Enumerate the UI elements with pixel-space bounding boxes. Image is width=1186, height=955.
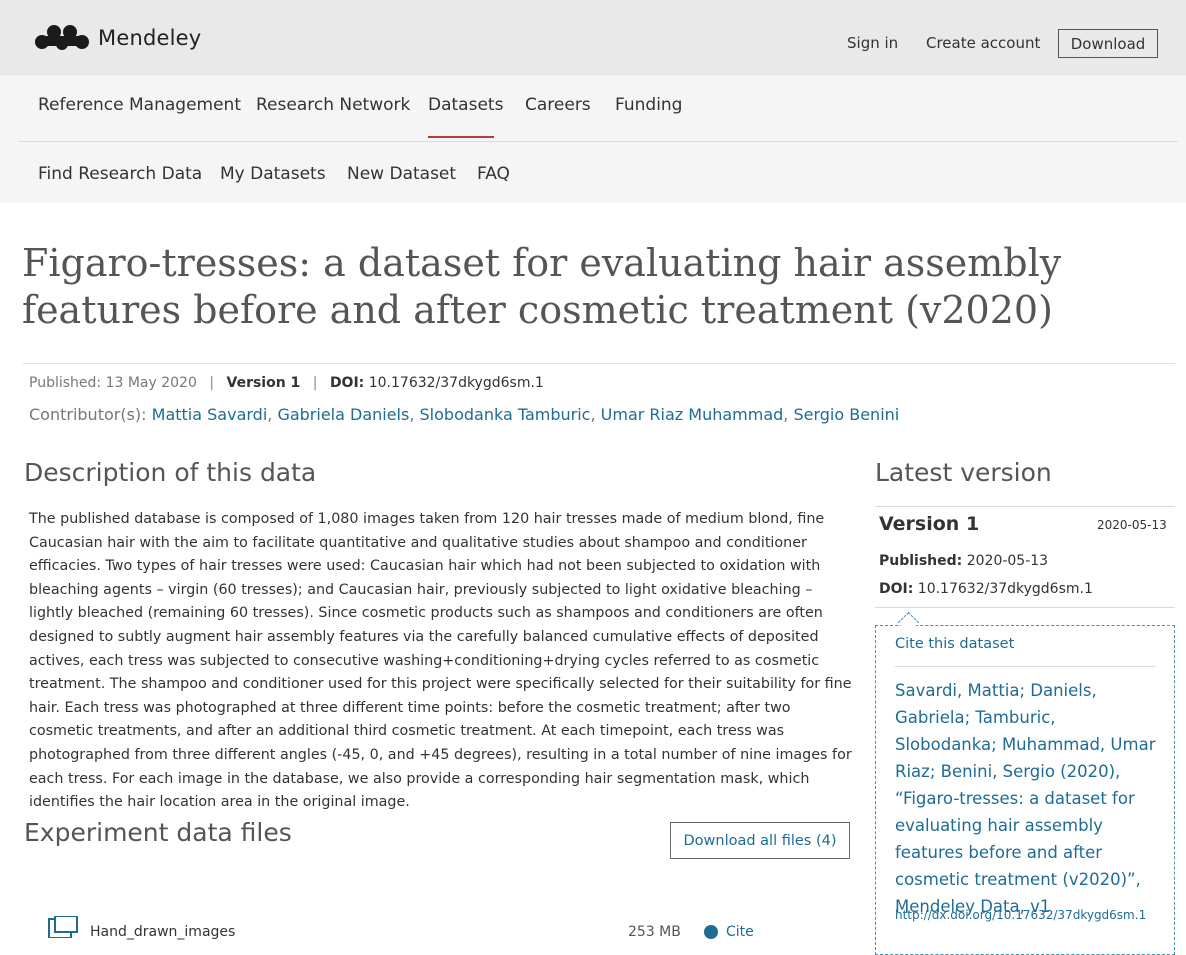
version-doi: DOI: 10.17632/37dkygd6sm.1 (879, 581, 1093, 597)
folder-icon (48, 916, 78, 938)
contributor-link[interactable]: Umar Riaz Muhammad (601, 405, 784, 424)
top-bar: Mendeley Sign in Create account Download (0, 0, 1186, 75)
published-label: Published: (29, 375, 102, 391)
contributors-label: Contributor(s): (29, 405, 147, 424)
version-published-label: Published: (879, 553, 963, 569)
citation-url[interactable]: http://dx.doi.org/10.17632/37dkygd6sm.1 (895, 908, 1146, 922)
file-size: 253 MB (628, 924, 681, 940)
version-published: Published: 2020-05-13 (879, 553, 1048, 569)
download-all-button[interactable]: Download all files (4) (670, 822, 850, 859)
version-divider (875, 607, 1175, 608)
description-heading: Description of this data (24, 458, 317, 487)
primary-nav: Reference Management Research Network Da… (18, 75, 1178, 142)
nav-reference-management[interactable]: Reference Management (38, 95, 241, 115)
version-label: Version 1 (226, 375, 301, 391)
doi-label: DOI: (329, 375, 365, 391)
download-button[interactable]: Download (1058, 29, 1158, 58)
contributor-link[interactable]: Gabriela Daniels (277, 405, 409, 424)
cite-dataset-link[interactable]: Cite this dataset (895, 636, 1014, 652)
file-name[interactable]: Hand_drawn_images (90, 924, 235, 940)
nav-research-network[interactable]: Research Network (256, 95, 410, 115)
mendeley-logo-icon (35, 25, 89, 50)
title-divider (23, 363, 1175, 364)
contributors: Contributor(s): Mattia Savardi, Gabriela… (29, 405, 900, 424)
doi-value: 10.17632/37dkygd6sm.1 (368, 375, 544, 391)
nav-funding[interactable]: Funding (615, 95, 682, 115)
version-doi-label: DOI: (879, 581, 914, 597)
active-tab-indicator (428, 136, 494, 138)
version-title: Version 1 (879, 513, 980, 535)
cite-divider (895, 666, 1155, 667)
file-row[interactable]: Hand_drawn_images 253 MB Cite (48, 916, 848, 940)
version-date: 2020-05-13 (1097, 518, 1167, 532)
contributor-link[interactable]: Slobodanka Tamburic (420, 405, 591, 424)
nav-careers[interactable]: Careers (525, 95, 591, 115)
nav-faq[interactable]: FAQ (477, 164, 510, 184)
meta-separator: | (209, 375, 215, 391)
version-published-date: 2020-05-13 (966, 553, 1049, 569)
nav-new-dataset[interactable]: New Dataset (347, 164, 456, 184)
contributor-link[interactable]: Mattia Savardi (152, 405, 268, 424)
nav-my-datasets[interactable]: My Datasets (220, 164, 326, 184)
file-cite-link[interactable]: Cite (726, 924, 754, 940)
citation-text: Savardi, Mattia; Daniels, Gabriela; Tamb… (895, 681, 1156, 916)
published-date: 13 May 2020 (105, 375, 197, 391)
latest-version-divider (875, 506, 1175, 507)
latest-version-heading: Latest version (875, 458, 1052, 487)
dataset-meta: Published: 13 May 2020 | Version 1 | DOI… (29, 375, 544, 391)
brand-name: Mendeley (98, 26, 202, 50)
files-heading: Experiment data files (24, 818, 292, 847)
nav-find-research-data[interactable]: Find Research Data (38, 164, 202, 184)
contributor-link[interactable]: Sergio Benini (793, 405, 899, 424)
page-title: Figaro-tresses: a dataset for evaluating… (22, 241, 1062, 332)
description-text: The published database is composed of 1,… (29, 511, 852, 811)
version-doi-value: 10.17632/37dkygd6sm.1 (917, 581, 1093, 597)
navigation: Reference Management Research Network Da… (0, 75, 1186, 203)
nav-datasets[interactable]: Datasets (428, 95, 503, 115)
meta-separator: | (312, 375, 318, 391)
cite-icon (704, 925, 718, 939)
sign-in-link[interactable]: Sign in (847, 34, 898, 52)
mendeley-logo[interactable]: Mendeley (34, 22, 201, 54)
create-account-link[interactable]: Create account (926, 34, 1040, 52)
